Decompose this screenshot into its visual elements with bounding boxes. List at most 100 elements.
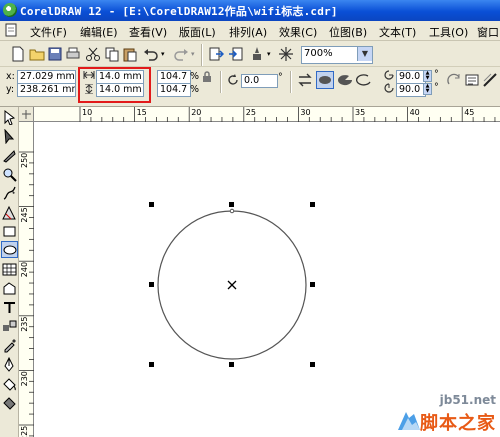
ruler-label: 15 [137, 108, 147, 117]
vertical-ruler[interactable]: 250 245 240 235 230 225 [19, 107, 34, 437]
crop-knife-tool-icon[interactable] [2, 148, 17, 163]
pie-icon[interactable] [337, 72, 353, 88]
menu-window[interactable]: 窗口 [477, 24, 499, 40]
menu-file[interactable]: 文件(F) [30, 24, 67, 40]
corel-online-icon[interactable] [278, 46, 294, 62]
end-angle-field[interactable]: 90.0 [396, 83, 426, 97]
cut-icon[interactable] [85, 46, 101, 62]
eyedropper-tool-icon[interactable] [2, 338, 17, 353]
toolbox [0, 107, 19, 437]
copy-icon[interactable] [104, 46, 120, 62]
graph-paper-tool-icon[interactable] [2, 262, 17, 277]
ellipse-tool-button[interactable] [1, 241, 18, 258]
watermark: jb51.net 脚本之家 [398, 393, 496, 435]
rectangle-tool-icon[interactable] [2, 224, 17, 239]
arc-icon[interactable] [356, 72, 372, 88]
menu-view[interactable]: 查看(V) [129, 24, 167, 40]
scale-y-unit: % [190, 84, 200, 95]
rotation-degree-unit: ° [278, 72, 283, 83]
basic-shapes-tool-icon[interactable] [2, 281, 17, 296]
fill-tool-icon[interactable] [2, 376, 17, 391]
start-angle-field[interactable]: 90.0 [396, 70, 426, 84]
scale-x-field[interactable]: 104.7 [157, 70, 191, 84]
interactive-fill-tool-icon[interactable] [2, 395, 17, 410]
export-icon[interactable] [228, 46, 244, 62]
mirror-icon[interactable] [297, 72, 313, 88]
y-position-field[interactable]: 238.261 mm [17, 83, 76, 97]
drawing-surface [149, 202, 315, 367]
shape-tool-icon[interactable] [2, 129, 17, 144]
application-launcher-icon[interactable] [249, 46, 265, 62]
ruler-label: 20 [191, 108, 201, 117]
menu-effects[interactable]: 效果(C) [279, 24, 317, 40]
pick-tool-icon[interactable] [2, 110, 17, 125]
menu-bitmaps[interactable]: 位图(B) [329, 24, 367, 40]
size-highlight-box [78, 67, 151, 103]
start-angle-icon [384, 70, 394, 80]
menu-layout[interactable]: 版面(L) [179, 24, 216, 40]
ruler-label: 240 [20, 262, 29, 277]
undo-icon[interactable] [143, 46, 159, 62]
new-file-icon[interactable] [10, 46, 26, 62]
property-bar: x: 27.029 mm y: 238.261 mm 14.0 mm 14.0 … [0, 67, 500, 107]
title-bar: CorelDRAW 12 - [E:\CorelDRAW12作品\wifi标志.… [0, 0, 500, 21]
end-angle-spinner[interactable]: ▲ ▼ [423, 83, 432, 95]
watermark-name: 脚本之家 [420, 413, 496, 434]
ruler-label: 30 [300, 108, 310, 117]
smart-fill-tool-icon[interactable] [2, 205, 17, 220]
lock-ratio-icon[interactable] [202, 71, 212, 82]
menu-text[interactable]: 文本(T) [379, 24, 416, 40]
open-folder-icon[interactable] [29, 46, 45, 62]
property-separator [220, 71, 222, 93]
ruler-label: 40 [410, 108, 420, 117]
rotation-angle-field[interactable]: 0.0 [241, 74, 278, 88]
window-title: CorelDRAW 12 - [E:\CorelDRAW12作品\wifi标志.… [20, 5, 338, 18]
jb51-logo-icon [398, 412, 420, 430]
text-tool-icon[interactable] [2, 300, 17, 315]
menu-arrange[interactable]: 排列(A) [229, 24, 267, 40]
chevron-down-icon[interactable]: ▼ [357, 47, 372, 61]
ruler-label: 25 [246, 108, 256, 117]
menu-edit[interactable]: 编辑(E) [80, 24, 118, 40]
print-icon[interactable] [65, 46, 81, 62]
selection-handle-bottom-left [149, 362, 154, 367]
scale-y-field[interactable]: 104.7 [157, 83, 191, 97]
ruler-origin-corner[interactable] [19, 107, 34, 122]
x-position-field[interactable]: 27.029 mm [17, 70, 76, 84]
property-separator [290, 71, 292, 93]
document-icon[interactable] [4, 23, 18, 37]
redo-dropdown-icon[interactable]: ▾ [191, 49, 195, 60]
ellipse-icon [319, 76, 331, 84]
wrap-text-icon[interactable] [464, 72, 480, 88]
redo-icon[interactable] [173, 46, 189, 62]
launcher-dropdown-icon[interactable]: ▾ [267, 49, 271, 60]
horizontal-ruler[interactable]: 101520253035404550 [19, 107, 500, 122]
paste-icon[interactable] [122, 46, 138, 62]
start-angle-spinner[interactable]: ▲ ▼ [423, 70, 432, 82]
freehand-tool-icon[interactable] [2, 186, 17, 201]
x-position-label: x: [6, 71, 15, 82]
zoom-level-value: 700% [304, 48, 333, 59]
coreldraw-logo-icon [3, 3, 17, 17]
undo-dropdown-icon[interactable]: ▾ [161, 49, 165, 60]
vertical-ruler-ticks: 250 245 240 235 230 225 [19, 151, 34, 437]
ellipse-tool-icon [3, 245, 17, 255]
selection-handle-top [229, 202, 234, 207]
interactive-blend-tool-icon[interactable] [2, 319, 17, 334]
selection-handle-bottom-right [310, 362, 315, 367]
selection-handle-left [149, 282, 154, 287]
outline-icon[interactable] [482, 72, 498, 88]
outline-pen-tool-icon[interactable] [2, 357, 17, 372]
save-icon[interactable] [47, 46, 63, 62]
ruler-label: 10 [82, 108, 92, 117]
zoom-tool-icon[interactable] [2, 167, 17, 182]
menu-tools[interactable]: 工具(O) [429, 24, 468, 40]
drawing-canvas[interactable] [34, 122, 500, 437]
ellipse-mode-button[interactable] [316, 71, 334, 89]
direction-toggle-icon[interactable] [446, 72, 462, 88]
ruler-label: 45 [464, 108, 474, 117]
selection-handle-bottom [229, 362, 234, 367]
selection-handle-top-right [310, 202, 315, 207]
zoom-level-select[interactable]: 700% ▼ [301, 46, 373, 64]
import-icon[interactable] [208, 46, 224, 62]
